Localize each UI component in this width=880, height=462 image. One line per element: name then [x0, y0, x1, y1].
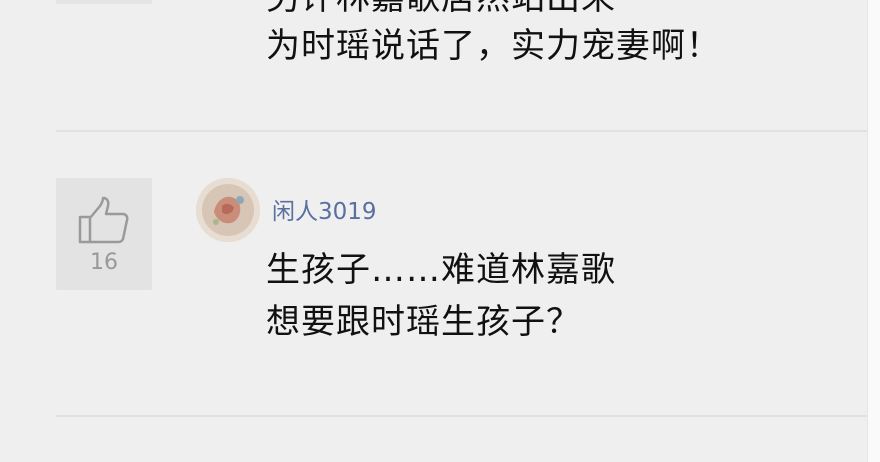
- username-link[interactable]: 闲人3019: [272, 192, 377, 226]
- comment-divider: [56, 415, 868, 417]
- previous-comment-line-2: 为时瑶说话了，实力宠妻啊！: [266, 26, 721, 66]
- previous-comment-line-1: 另评林嘉歌居然站出来: [266, 0, 616, 18]
- comment-text-line-2: 想要跟时瑶生孩子？: [266, 302, 581, 342]
- like-button[interactable]: 16: [56, 178, 152, 290]
- thumbs-up-icon: [78, 196, 129, 244]
- like-count: 16: [90, 250, 118, 275]
- comment-divider: [56, 130, 868, 132]
- comment-text-line-1: 生孩子……难道林嘉歌: [266, 250, 616, 290]
- scroll-edge: [867, 0, 880, 462]
- previous-like-button[interactable]: [56, 0, 152, 4]
- avatar-image-icon: [196, 178, 260, 242]
- comment-thread: 另评林嘉歌居然站出来 为时瑶说话了，实力宠妻啊！ 16 闲人3019 生孩子………: [0, 0, 880, 462]
- avatar[interactable]: [196, 178, 260, 242]
